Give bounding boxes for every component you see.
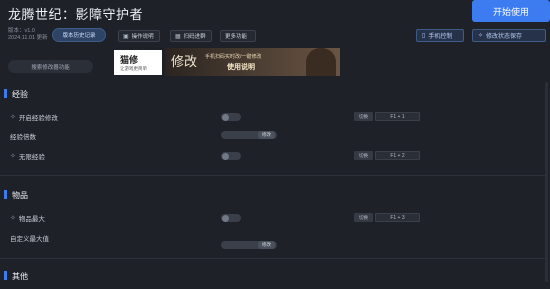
hotkey-tag[interactable]: 切换 <box>354 151 373 160</box>
item-max-toggle[interactable] <box>221 214 241 222</box>
more-button[interactable]: 更多功能 <box>220 30 256 42</box>
start-button[interactable]: 开始使用 <box>472 0 550 22</box>
section-title-experience: 经验 <box>12 90 28 99</box>
modify-button[interactable]: 修改 <box>258 131 275 139</box>
row-label: 开启经验修改 <box>18 115 58 122</box>
version-info: 版本：v1.0 2024.11.01 更新 <box>8 28 48 41</box>
hotkey-field[interactable]: F1 + 2 <box>375 151 420 160</box>
instructions-button[interactable]: ▣ 操作说明 <box>118 30 160 42</box>
row-label: 自定义最大值 <box>10 236 49 243</box>
section-title-other: 其他 <box>12 272 28 281</box>
experience-toggle[interactable] <box>221 113 241 121</box>
hotkey-field[interactable]: F1 + 1 <box>375 112 420 121</box>
row-item-max: ✧ 物品最大 <box>10 213 45 223</box>
row-label: 无限经验 <box>18 154 45 161</box>
modify-button[interactable]: 修改 <box>258 241 275 249</box>
save-state-button[interactable]: ✧ 修改状态保存 <box>472 29 546 42</box>
promo-calligraphy: 修改 <box>171 55 198 70</box>
row-experience-multiplier: 经验倍数 <box>10 131 36 141</box>
book-icon: ▣ <box>123 33 129 40</box>
version-date: 2024.11.01 更新 <box>8 34 48 41</box>
scan-button[interactable]: ▦ 扫码进群 <box>170 30 212 42</box>
section-marker <box>4 89 7 98</box>
hotkey-tag[interactable]: 切换 <box>354 112 373 121</box>
experience-multiplier-slider[interactable]: 修改 <box>221 131 277 139</box>
section-title-items: 物品 <box>12 191 28 200</box>
row-label: 经验倍数 <box>10 134 36 141</box>
phone-icon: ▯ <box>422 33 426 39</box>
version-history-button[interactable]: 版本历史记录 <box>52 28 106 42</box>
row-custom-max: 自定义最大值 <box>10 233 49 243</box>
phone-control-button[interactable]: ▯ 手机控制 <box>416 29 464 42</box>
hotkey-tag[interactable]: 切换 <box>354 213 373 222</box>
instructions-label: 操作说明 <box>131 34 154 40</box>
promo-line1: 手机扫码实时改/一键修改 <box>205 54 262 60</box>
character-image <box>306 48 336 76</box>
more-label: 更多功能 <box>225 34 248 40</box>
infinite-experience-toggle[interactable] <box>221 152 241 160</box>
sparkle-icon: ✧ <box>10 114 16 121</box>
row-experience-toggle: ✧ 开启经验修改 <box>10 112 58 122</box>
custom-max-slider[interactable]: 修改 <box>221 241 277 249</box>
sparkle-icon: ✧ <box>10 215 16 222</box>
promo-line2: 使用说明 <box>227 64 255 71</box>
section-marker <box>4 190 7 199</box>
row-label: 物品最大 <box>18 216 45 223</box>
save-state-label: 修改状态保存 <box>486 34 523 40</box>
section-marker <box>4 271 7 280</box>
sparkle-icon: ✧ <box>10 153 16 160</box>
promo-banner[interactable]: 修改 手机扫码实时改/一键修改 使用说明 <box>165 48 340 76</box>
brand-ad-banner[interactable]: 猫修 让游戏更简单 <box>114 50 162 75</box>
search-label: 搜索修改器功能 <box>31 64 70 71</box>
app-title: 龙腾世纪：影障守护者 <box>8 7 144 22</box>
row-infinite-experience: ✧ 无限经验 <box>10 151 45 161</box>
scrollbar[interactable] <box>545 82 548 282</box>
brand-subtitle: 让游戏更简单 <box>120 66 147 71</box>
hotkey-field[interactable]: F1 + 3 <box>375 213 420 222</box>
section-divider <box>0 175 545 176</box>
phone-control-label: 手机控制 <box>428 34 453 40</box>
scan-label: 扫码进群 <box>183 34 206 40</box>
section-divider <box>0 258 545 259</box>
search-input[interactable]: 搜索修改器功能 <box>8 60 93 73</box>
sparkle-icon: ✧ <box>478 33 484 39</box>
qr-icon: ▦ <box>175 33 181 40</box>
brand-logo: 猫修 <box>120 55 139 65</box>
